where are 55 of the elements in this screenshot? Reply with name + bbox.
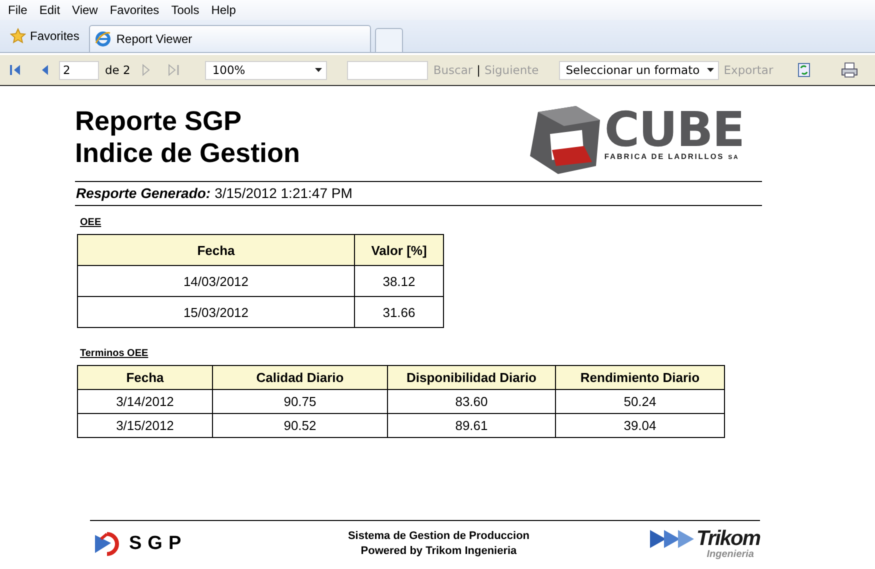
generated-date: 3/15/2012 1:21:47 PM: [214, 185, 352, 202]
print-icon[interactable]: [841, 62, 858, 78]
refresh-icon[interactable]: [797, 62, 812, 78]
table-cell: 15/03/2012: [78, 296, 354, 328]
menu-item[interactable]: Favorites: [104, 3, 166, 17]
previous-page-icon[interactable]: [41, 64, 49, 76]
column-header: Fecha: [78, 366, 212, 390]
report-title: Reporte SGP: [75, 105, 243, 137]
browser-tab[interactable]: Report Viewer: [89, 25, 372, 52]
column-header: Rendimiento Diario: [556, 366, 724, 390]
menu-item[interactable]: Help: [205, 3, 242, 17]
caret-icon: [315, 68, 322, 72]
table-cell: 38.12: [354, 266, 444, 296]
column-header: Disponibilidad Diario: [388, 366, 556, 390]
section-heading: OEE: [80, 217, 102, 228]
arrows-icon: [650, 528, 694, 550]
footer-text: Sistema de Gestion de Produccion: [348, 529, 530, 544]
star-icon: [10, 28, 26, 44]
footer-brand: Trikom: [696, 528, 760, 550]
footer-text: Powered by Trikom Ingenieria: [360, 544, 518, 559]
generated-label: Resporte Generado:: [76, 185, 211, 202]
favorites-button[interactable]: Favorites: [4, 22, 86, 50]
first-page-icon[interactable]: [10, 64, 21, 76]
logo-name: CUBE: [604, 108, 744, 152]
table-cell: 14/03/2012: [78, 266, 354, 296]
page-number-field[interactable]: 2: [59, 60, 99, 80]
sgp-logo-icon: [95, 529, 121, 559]
column-header: Valor [%]: [354, 234, 444, 266]
globe-icon: [95, 31, 112, 47]
column-header: Fecha: [78, 234, 354, 266]
table-cell: 31.66: [354, 296, 444, 328]
menu-item[interactable]: View: [66, 3, 104, 17]
table-cell: 90.75: [212, 390, 388, 414]
page-total: de 2: [105, 63, 130, 77]
menu-item[interactable]: Tools: [165, 3, 206, 17]
table-cell: 83.60: [388, 390, 556, 414]
table-cell: 50.24: [556, 390, 724, 414]
search-field[interactable]: [347, 60, 428, 80]
table-cell: 3/15/2012: [78, 414, 212, 438]
report-title: Indice de Gestion: [75, 137, 300, 169]
format-dropdown[interactable]: Seleccionar un formato: [558, 60, 719, 80]
menu-item[interactable]: File: [2, 3, 34, 17]
table-cell: 39.04: [556, 414, 724, 438]
table-cell: 90.52: [212, 414, 388, 438]
zoom-dropdown[interactable]: 100%: [205, 60, 328, 80]
section-heading: Terminos OEE: [80, 348, 150, 359]
separator: |: [476, 63, 481, 77]
caret-icon: [706, 68, 714, 72]
footer-brand-subtitle: Ingenieria: [706, 550, 754, 560]
table-cell: 3/14/2012: [78, 390, 212, 414]
column-header: Calidad Diario: [212, 366, 388, 390]
footer-logo-text: SGP: [129, 533, 188, 555]
table-cell: 89.61: [388, 414, 556, 438]
menu-item[interactable]: Edit: [33, 3, 66, 17]
cube-icon: [528, 104, 602, 176]
